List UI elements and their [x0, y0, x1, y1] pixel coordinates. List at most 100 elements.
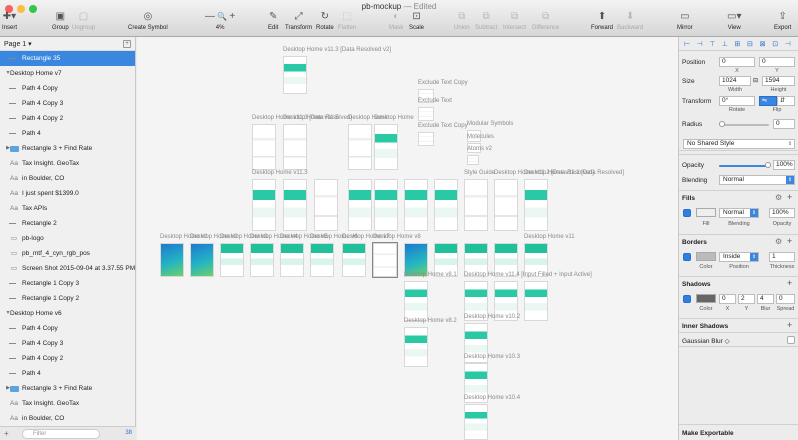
- artboard-thumbnail[interactable]: [418, 132, 434, 146]
- rotate-button[interactable]: ↻ Rotate: [316, 11, 334, 31]
- artboard[interactable]: Style Guide: [464, 170, 495, 231]
- artboard-thumbnail[interactable]: [524, 281, 548, 321]
- union-button[interactable]: ⧉ Union: [454, 11, 470, 31]
- disclosure-arrow-icon[interactable]: ▾: [3, 306, 13, 321]
- shadow-checkbox[interactable]: [683, 295, 691, 303]
- layer-group[interactable]: ▾ Desktop Home v7: [0, 66, 135, 81]
- layer-row[interactable]: Rectangle 1 Copy 2: [0, 291, 135, 306]
- gear-icon[interactable]: ⚙: [775, 237, 782, 246]
- artboard-label[interactable]: Desktop Home v10.4: [464, 395, 520, 401]
- artboard[interactable]: Desktop Home v11.2 [Data Resolved]: [494, 170, 594, 231]
- intersect-button[interactable]: ⧉ Intersect: [503, 11, 526, 31]
- opacity-slider-knob[interactable]: [765, 162, 771, 168]
- artboard[interactable]: [434, 179, 458, 231]
- artboard[interactable]: Desktop Home v8: [372, 234, 421, 278]
- artboard-thumbnail[interactable]: [252, 124, 276, 170]
- align-icon[interactable]: ⊟: [747, 40, 753, 48]
- layer-row[interactable]: Path 4 Copy 2: [0, 111, 135, 126]
- layer-row[interactable]: Path 4 Copy 2: [0, 351, 135, 366]
- create-symbol-button[interactable]: ◎ Create Symbol: [128, 11, 168, 31]
- view-button[interactable]: ▭▾ View: [727, 11, 741, 31]
- artboard-label[interactable]: Desktop Home v8.2: [404, 318, 457, 324]
- artboard-label[interactable]: Desktop Home v10.3: [464, 354, 520, 360]
- radius-field[interactable]: 0: [773, 119, 795, 129]
- layer-row[interactable]: Aa Tax APIs: [0, 201, 135, 216]
- artboard-thumbnail[interactable]: [374, 179, 398, 231]
- layer-row[interactable]: ▶ Rectangle 3 + Find Rate: [0, 141, 135, 156]
- align-icon[interactable]: ⊤: [709, 40, 715, 48]
- artboard[interactable]: Desktop Home v4: [250, 234, 298, 277]
- artboard[interactable]: [524, 281, 548, 321]
- artboard-label[interactable]: Exclude Text Copy: [418, 80, 468, 86]
- zoom-out-button[interactable]: —: [205, 11, 215, 22]
- layer-row[interactable]: Path 4 Copy 3: [0, 336, 135, 351]
- insert-button[interactable]: ✚▾ Insert: [2, 11, 17, 31]
- opacity-slider[interactable]: [719, 165, 769, 167]
- fill-color-swatch[interactable]: [696, 208, 716, 217]
- artboard[interactable]: Desktop Home v11.3 [Data Resolved v2]: [283, 47, 391, 94]
- flatten-button[interactable]: ⬚ Flatten: [338, 11, 356, 31]
- artboard-label[interactable]: Desktop Home v10.2: [464, 314, 520, 320]
- blending-select[interactable]: Normal ⇕: [719, 175, 795, 185]
- border-checkbox[interactable]: [683, 253, 691, 261]
- add-inner-shadow-icon[interactable]: +: [787, 320, 792, 330]
- layer-row[interactable]: Aa Tax Insight. GeoTax: [0, 396, 135, 411]
- artboard-thumbnail[interactable]: [372, 242, 398, 278]
- add-border-icon[interactable]: +: [787, 236, 792, 246]
- artboard-thumbnail[interactable]: [250, 243, 274, 277]
- make-exportable-label[interactable]: Make Exportable: [682, 430, 734, 437]
- artboard[interactable]: Desktop Home v1: [160, 234, 208, 277]
- backward-button[interactable]: ⬇ Backward: [617, 11, 643, 31]
- artboard-thumbnail[interactable]: [314, 179, 338, 231]
- align-icon[interactable]: ⊣: [697, 40, 703, 48]
- artboard[interactable]: Desktop Home v11.3: [252, 170, 308, 231]
- artboard-thumbnail[interactable]: [418, 107, 434, 121]
- align-icon[interactable]: ⊞: [734, 40, 740, 48]
- artboard-thumbnail[interactable]: [404, 327, 428, 367]
- position-y-field[interactable]: 0: [759, 57, 795, 67]
- artboard[interactable]: [283, 179, 307, 231]
- forward-button[interactable]: ⬆ Forward: [591, 11, 613, 31]
- position-x-field[interactable]: 0: [719, 57, 755, 67]
- artboard-thumbnail[interactable]: [252, 179, 276, 231]
- artboard-thumbnail[interactable]: [160, 243, 184, 277]
- artboard-label[interactable]: Desktop Home v11.3 [Data Resolved v2]: [283, 47, 391, 53]
- inner-shadows-section[interactable]: Inner Shadows +: [679, 319, 798, 333]
- export-section[interactable]: Make Exportable: [679, 424, 798, 440]
- shared-style-select[interactable]: No Shared Style ⇕: [683, 139, 795, 149]
- artboard-thumbnail[interactable]: [464, 404, 488, 440]
- zoom-in-button[interactable]: +: [229, 11, 235, 22]
- layer-row[interactable]: Aa in Boulder, CO: [0, 171, 135, 186]
- artboard[interactable]: Desktop Home v3: [220, 234, 268, 277]
- shadow-x-field[interactable]: 0: [719, 294, 736, 304]
- mask-button[interactable]: ◐ Mask: [389, 11, 403, 31]
- align-icon[interactable]: ⊥: [722, 40, 728, 48]
- artboard-thumbnail[interactable]: [220, 243, 244, 277]
- shadow-spread-field[interactable]: 0: [776, 294, 795, 304]
- transform-button[interactable]: ⤢ Transform: [285, 11, 312, 31]
- artboard[interactable]: Desktop Home v8.2: [404, 318, 457, 367]
- rotate-field[interactable]: 0°: [719, 96, 755, 106]
- gaussian-blur-checkbox[interactable]: [787, 336, 795, 344]
- height-field[interactable]: 1594: [762, 76, 795, 86]
- layer-group[interactable]: ▾ Desktop Home v6: [0, 306, 135, 321]
- flip-horizontal-button[interactable]: ⇋: [759, 96, 777, 106]
- shadow-color-swatch[interactable]: [696, 294, 716, 303]
- radius-slider-knob[interactable]: [719, 121, 725, 127]
- artboard-thumbnail[interactable]: [283, 124, 307, 170]
- layer-row[interactable]: Path 4: [0, 366, 135, 381]
- artboard-thumbnail[interactable]: [404, 179, 428, 231]
- lock-icon[interactable]: ⊟: [753, 77, 758, 84]
- filter-input[interactable]: Filter: [22, 429, 100, 439]
- artboard-label[interactable]: Desktop Home v11.4 [Input Filled + Input…: [464, 272, 592, 278]
- shadow-y-field[interactable]: 2: [738, 294, 755, 304]
- layer-row[interactable]: Rectangle 2: [0, 216, 135, 231]
- layer-row[interactable]: Rectangle 1 Copy 3: [0, 276, 135, 291]
- flip-vertical-button[interactable]: ⇵: [777, 96, 795, 106]
- artboard-label[interactable]: Desktop Home v8: [373, 234, 421, 240]
- artboard-label[interactable]: Modular Symbols: [467, 121, 513, 127]
- ungroup-button[interactable]: ▢ Ungroup: [72, 11, 95, 31]
- artboard[interactable]: Desktop Home v11.5: [283, 115, 339, 170]
- artboard[interactable]: Desktop Home v10.4: [464, 395, 520, 440]
- group-button[interactable]: ▣ Group: [52, 11, 69, 31]
